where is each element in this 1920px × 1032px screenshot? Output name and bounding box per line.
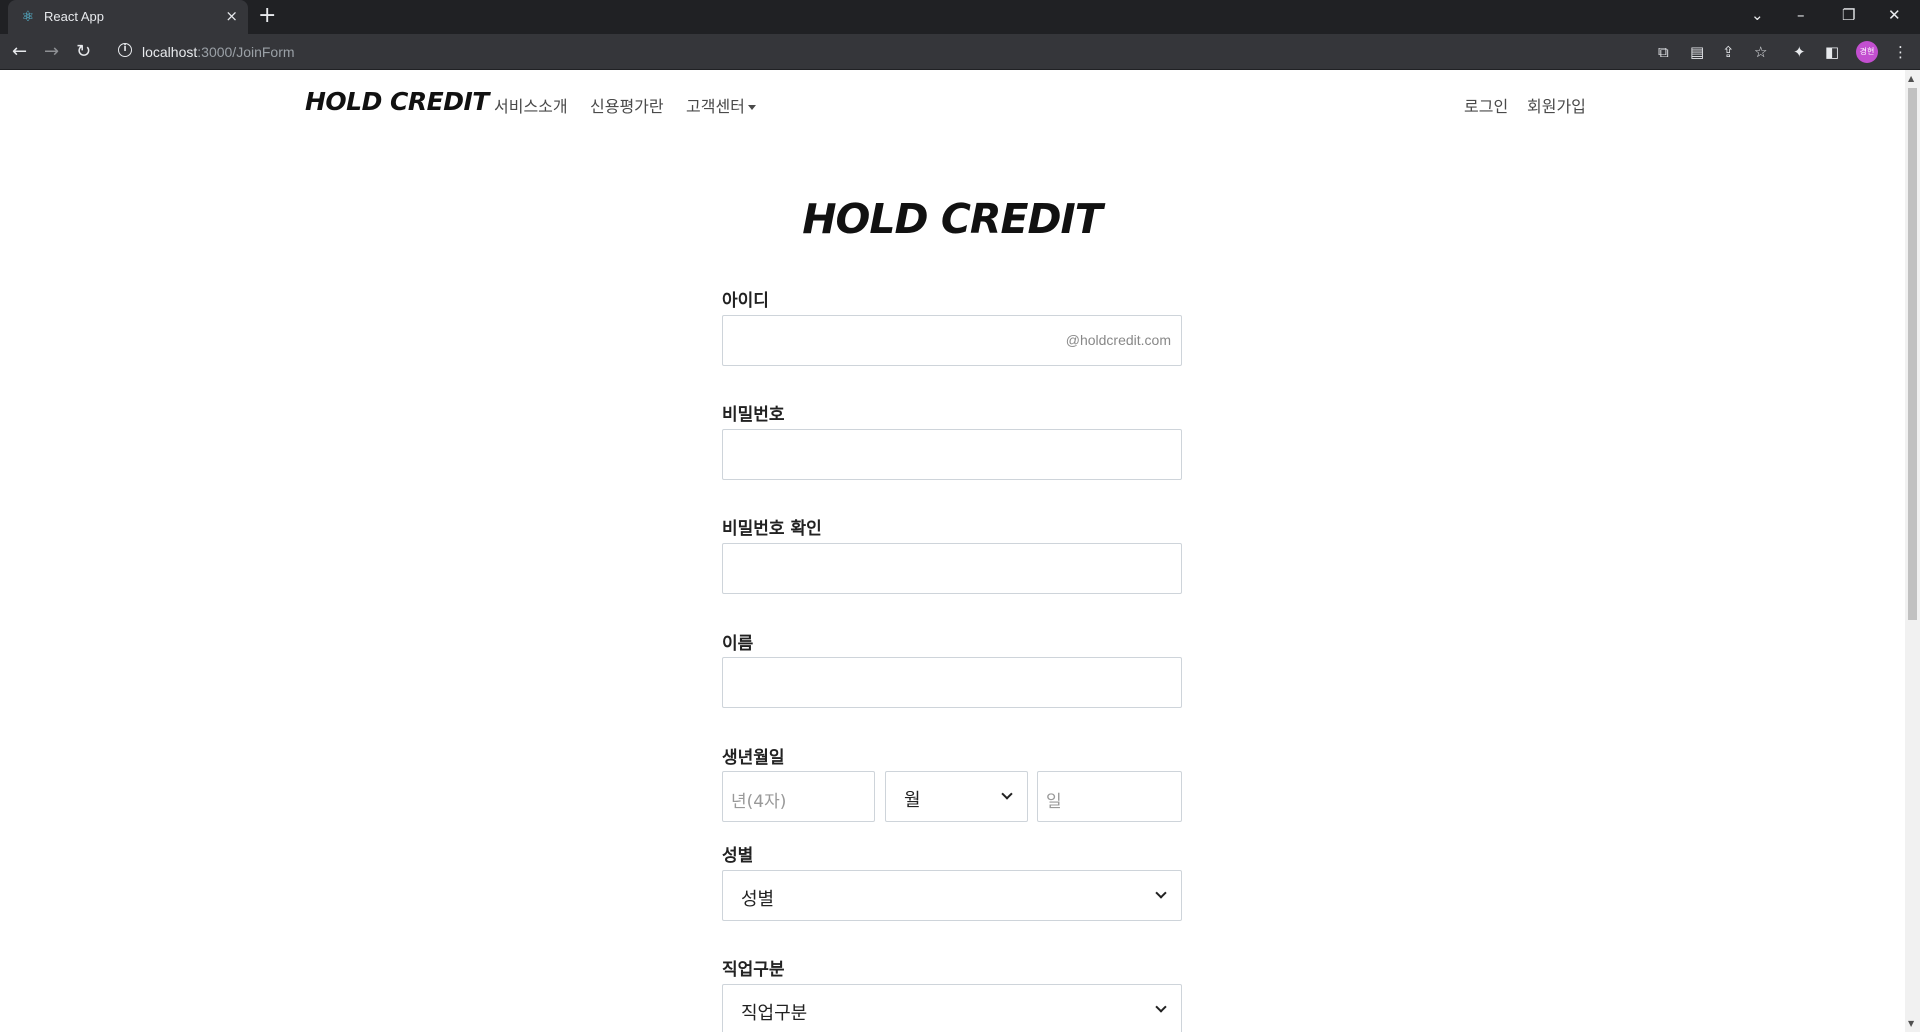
reload-icon[interactable]: ↻ <box>76 41 91 63</box>
job-select[interactable]: 직업구분 <box>722 984 1182 1032</box>
address-bar[interactable]: i localhost:3000/JoinForm <box>110 39 1665 65</box>
chevron-down-icon <box>1001 788 1013 800</box>
name-input[interactable] <box>722 657 1182 708</box>
birth-year-input[interactable]: 년(4자) <box>722 771 875 822</box>
minimize-button[interactable]: – <box>1797 5 1805 25</box>
scroll-up-icon[interactable]: ▲ <box>1908 74 1914 83</box>
translate-icon[interactable]: ▤ <box>1690 43 1704 61</box>
gender-label: 성별 <box>722 846 754 866</box>
form-title: HOLD CREDIT <box>802 195 1103 243</box>
browser-toolbar: ← → ↻ i localhost:3000/JoinForm ⧉ ▤ ⇪ ☆ … <box>0 34 1920 70</box>
dropdown-caret-icon <box>747 105 756 110</box>
side-panel-icon[interactable]: ◧ <box>1825 43 1839 61</box>
extensions-icon[interactable]: ✦ <box>1793 43 1806 61</box>
birth-month-value: 월 <box>904 790 921 811</box>
back-icon[interactable]: ← <box>12 41 27 63</box>
tab-search-icon[interactable]: ⌄ <box>1751 5 1764 25</box>
password-label: 비밀번호 <box>722 405 785 425</box>
window-close-button[interactable]: ✕ <box>1888 5 1901 25</box>
nav-signup[interactable]: 회원가입 <box>1527 93 1586 117</box>
site-info-icon[interactable]: i <box>118 43 132 57</box>
password-confirm-label: 비밀번호 확인 <box>722 519 822 539</box>
forward-icon[interactable]: → <box>44 41 59 63</box>
vertical-scrollbar[interactable]: ▲ ▼ <box>1905 70 1920 1032</box>
bookmark-star-icon[interactable]: ☆ <box>1754 43 1767 61</box>
share-icon[interactable]: ⇪ <box>1722 43 1735 61</box>
birth-year-placeholder: 년(4자) <box>731 792 787 812</box>
browser-tab[interactable]: ⚛ React App × <box>8 0 248 34</box>
nav-service-intro[interactable]: 서비스소개 <box>494 93 568 117</box>
id-input[interactable]: @holdcredit.com <box>722 315 1182 366</box>
tab-title: React App <box>44 9 104 24</box>
new-tab-button[interactable]: + <box>258 5 276 27</box>
chevron-down-icon <box>1155 887 1167 899</box>
browser-tabbar: ⚛ React App × + ⌄ – ❐ ✕ <box>0 0 1920 34</box>
navbar-brand[interactable]: HOLD CREDIT <box>305 87 489 116</box>
chevron-down-icon <box>1155 1001 1167 1013</box>
birth-label: 생년월일 <box>722 748 785 768</box>
nav-customer-center[interactable]: 고객센터 <box>686 93 756 117</box>
open-external-icon[interactable]: ⧉ <box>1658 43 1669 61</box>
close-tab-icon[interactable]: × <box>225 7 238 25</box>
birth-day-placeholder: 일 <box>1046 792 1062 812</box>
id-domain-suffix: @holdcredit.com <box>1065 332 1171 348</box>
id-label: 아이디 <box>722 291 769 311</box>
name-label: 이름 <box>722 634 754 654</box>
gender-value: 성별 <box>741 889 775 910</box>
birth-month-select[interactable]: 월 <box>885 771 1028 822</box>
job-label: 직업구분 <box>722 960 785 980</box>
restore-button[interactable]: ❐ <box>1842 5 1855 25</box>
nav-credit-eval[interactable]: 신용평가란 <box>590 93 664 117</box>
password-input[interactable] <box>722 429 1182 480</box>
password-confirm-input[interactable] <box>722 543 1182 594</box>
birth-day-input[interactable]: 일 <box>1037 771 1182 822</box>
scrollbar-thumb[interactable] <box>1908 88 1917 620</box>
gender-select[interactable]: 성별 <box>722 870 1182 921</box>
nav-login[interactable]: 로그인 <box>1464 93 1508 117</box>
url-text: localhost:3000/JoinForm <box>142 44 295 60</box>
job-value: 직업구분 <box>741 1003 808 1024</box>
profile-avatar[interactable]: 경현 <box>1856 41 1878 63</box>
page-content: HOLD CREDIT 서비스소개 신용평가란 고객센터 로그인 회원가입 HO… <box>0 70 1905 1032</box>
menu-kebab-icon[interactable]: ⋮ <box>1893 43 1908 61</box>
scroll-down-icon[interactable]: ▼ <box>1908 1019 1914 1028</box>
react-icon: ⚛ <box>21 9 35 25</box>
